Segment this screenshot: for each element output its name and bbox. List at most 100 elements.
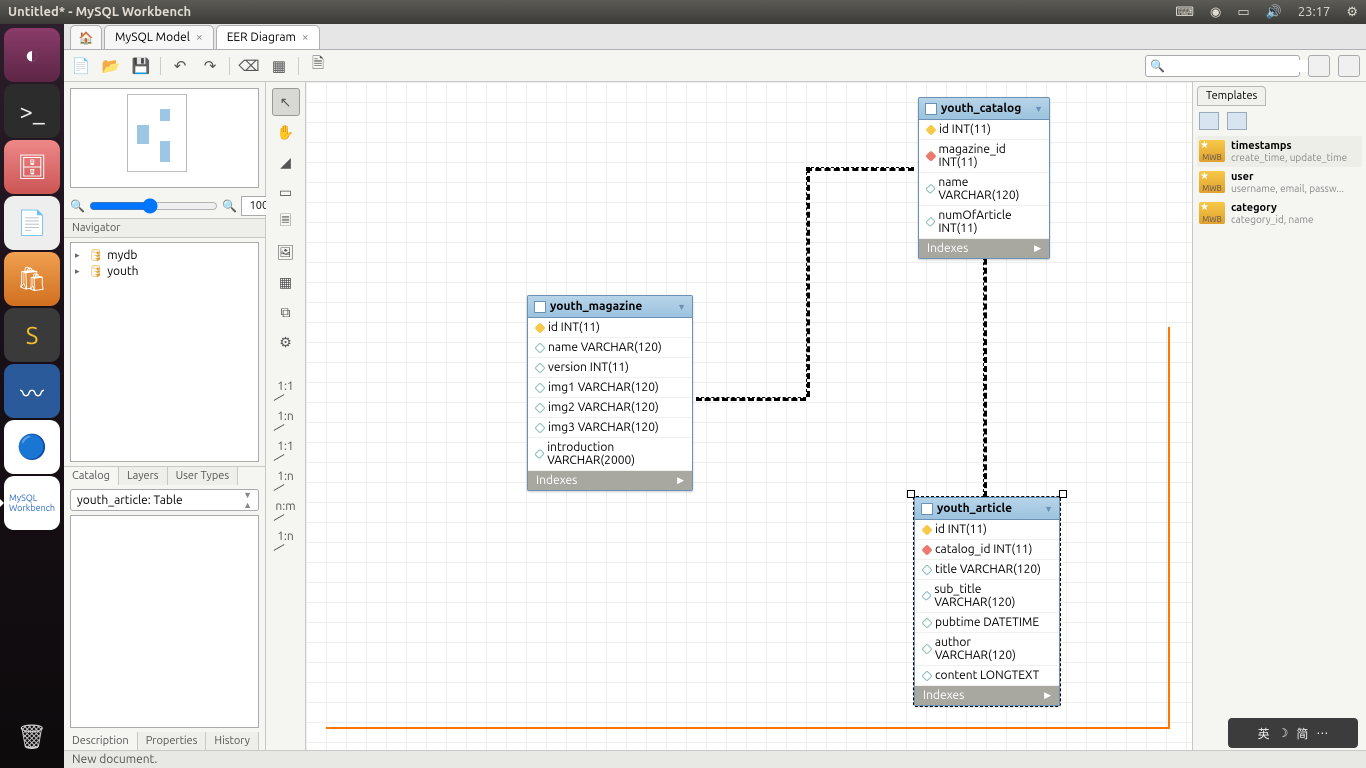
entity-column[interactable]: id INT(11) xyxy=(915,520,1059,540)
home-tab[interactable]: 🏠 xyxy=(70,25,102,49)
chrome-icon[interactable]: 🔵 xyxy=(4,420,60,474)
entity-column[interactable]: id INT(11) xyxy=(919,120,1049,140)
terminal-icon[interactable]: >_ xyxy=(4,84,60,138)
search-box[interactable]: 🔍 xyxy=(1145,55,1300,77)
tree-node[interactable]: ▸🛢youth xyxy=(75,263,254,279)
zoom-in-icon[interactable]: 🔍 xyxy=(222,199,237,213)
entity-header[interactable]: youth_catalog ▼ xyxy=(919,98,1049,120)
close-icon[interactable]: × xyxy=(302,31,309,44)
layers-tab[interactable]: Layers xyxy=(119,467,168,485)
sublime-icon[interactable]: S xyxy=(4,308,60,362)
entity-column[interactable]: name VARCHAR(120) xyxy=(919,173,1049,206)
entity-column[interactable]: content LONGTEXT xyxy=(915,666,1059,686)
description-tab[interactable]: Description xyxy=(64,732,138,750)
entity-column[interactable]: introduction VARCHAR(2000) xyxy=(528,438,692,471)
history-tab[interactable]: History xyxy=(206,732,259,750)
model-tab[interactable]: MySQL Model× xyxy=(104,25,214,49)
properties-tab[interactable]: Properties xyxy=(138,732,207,750)
entity-column[interactable]: img3 VARCHAR(120) xyxy=(528,418,692,438)
entity-header[interactable]: youth_article ▼ xyxy=(915,498,1059,520)
rel-n-m-tool[interactable]: n:m xyxy=(275,492,297,520)
export-button[interactable]: 🗎 xyxy=(307,55,329,77)
zoom-slider[interactable] xyxy=(89,198,218,214)
template-item[interactable]: MWB categorycategory_id, name xyxy=(1197,198,1362,229)
eer-canvas[interactable]: youth_catalog ▼ id INT(11) magazine_id I… xyxy=(306,82,1192,750)
search-input[interactable] xyxy=(1165,60,1314,72)
eraser-tool[interactable]: ◢ xyxy=(272,148,300,176)
save-button[interactable]: 💾 xyxy=(130,55,152,77)
new-template-icon[interactable] xyxy=(1199,112,1219,130)
templates-tab[interactable]: Templates xyxy=(1197,86,1266,106)
zoom-out-icon[interactable]: 🔍 xyxy=(70,199,85,213)
entity-column[interactable]: title VARCHAR(120) xyxy=(915,560,1059,580)
catalog-tab[interactable]: Catalog xyxy=(64,467,119,485)
close-icon[interactable]: × xyxy=(196,31,203,44)
entity-column[interactable]: img2 VARCHAR(120) xyxy=(528,398,692,418)
new-button[interactable]: 📄 xyxy=(70,55,92,77)
entity-indexes[interactable]: Indexes▶ xyxy=(919,239,1049,258)
workbench-icon[interactable]: MySQLWorkbench xyxy=(4,476,60,530)
tree-node[interactable]: ▸🛢mydb xyxy=(75,247,254,263)
rel-1-n-tool[interactable]: 1:n xyxy=(275,402,297,430)
col-icon xyxy=(534,362,545,373)
entity-column[interactable]: sub_title VARCHAR(120) xyxy=(915,580,1059,613)
table-tool[interactable]: ▦ xyxy=(272,268,300,296)
entity-youth-catalog[interactable]: youth_catalog ▼ id INT(11) magazine_id I… xyxy=(918,97,1050,259)
edit-template-icon[interactable] xyxy=(1227,112,1247,130)
template-item[interactable]: MWB userusername, email, passw... xyxy=(1197,167,1362,198)
entity-column[interactable]: id INT(11) xyxy=(528,318,692,338)
validate-button[interactable]: ⌫ xyxy=(238,55,260,77)
software-center-icon[interactable]: 🛍 xyxy=(4,252,60,306)
entity-indexes[interactable]: Indexes▶ xyxy=(915,686,1059,705)
clock[interactable]: 23:17 xyxy=(1298,5,1331,19)
object-selector[interactable]: youth_article: Table ▼▲ xyxy=(70,489,259,511)
view-tool[interactable]: ⧉ xyxy=(272,298,300,326)
monitor-icon[interactable]: 〰 xyxy=(4,364,60,418)
dash-icon[interactable]: ◐ xyxy=(4,28,60,82)
ime-indicator[interactable]: 英 ☽ 简 ⋯ xyxy=(1228,718,1358,748)
entity-column[interactable]: numOfArticle INT(11) xyxy=(919,206,1049,239)
entity-header[interactable]: youth_magazine ▼ xyxy=(528,296,692,318)
diagram-overview[interactable] xyxy=(70,88,259,188)
grid-button[interactable]: ▦ xyxy=(268,55,290,77)
wifi-icon[interactable]: ◉ xyxy=(1210,5,1221,20)
document-icon[interactable]: 📄 xyxy=(4,196,60,250)
keyboard-icon[interactable]: ⌨ xyxy=(1175,5,1194,20)
select-tool[interactable]: ↖ xyxy=(272,88,300,116)
open-button[interactable]: 📂 xyxy=(100,55,122,77)
panel-toggle-1[interactable] xyxy=(1308,55,1330,77)
entity-column[interactable]: img1 VARCHAR(120) xyxy=(528,378,692,398)
rel-1-n-place-tool[interactable]: 1:n xyxy=(275,522,297,550)
volume-icon[interactable]: 🔊 xyxy=(1266,5,1282,20)
rel-1-1-nonid-tool[interactable]: 1:1 xyxy=(275,432,297,460)
note-tool[interactable]: 🗏 xyxy=(272,208,300,236)
layer-tool[interactable]: ▭ xyxy=(272,178,300,206)
entity-column[interactable]: magazine_id INT(11) xyxy=(919,140,1049,173)
routine-tool[interactable]: ⚙ xyxy=(272,328,300,356)
files-icon[interactable]: 🗄 xyxy=(4,140,60,194)
entity-column[interactable]: version INT(11) xyxy=(528,358,692,378)
rel-1-n-nonid-tool[interactable]: 1:n xyxy=(275,462,297,490)
trash-icon[interactable]: 🗑 xyxy=(4,710,60,764)
entity-column[interactable]: pubtime DATETIME xyxy=(915,613,1059,633)
template-item[interactable]: MWB timestampscreate_time, update_time xyxy=(1197,136,1362,167)
undo-button[interactable]: ↶ xyxy=(169,55,191,77)
image-tool[interactable]: 🖼 xyxy=(272,238,300,266)
eer-tab[interactable]: EER Diagram× xyxy=(216,25,320,49)
entity-indexes[interactable]: Indexes▶ xyxy=(528,471,692,490)
entity-youth-magazine[interactable]: youth_magazine ▼ id INT(11) name VARCHAR… xyxy=(527,295,693,491)
entity-column[interactable]: name VARCHAR(120) xyxy=(528,338,692,358)
rel-1-1-tool[interactable]: 1:1 xyxy=(275,372,297,400)
entity-column[interactable]: catalog_id INT(11) xyxy=(915,540,1059,560)
redo-button[interactable]: ↷ xyxy=(199,55,221,77)
pk-icon xyxy=(921,524,932,535)
usertypes-tab[interactable]: User Types xyxy=(168,467,239,485)
gear-icon[interactable]: ⚙ xyxy=(1346,5,1358,20)
battery-icon[interactable]: ▭ xyxy=(1237,5,1249,20)
entity-youth-article[interactable]: youth_article ▼ id INT(11) catalog_id IN… xyxy=(914,497,1060,706)
hand-tool[interactable]: ✋ xyxy=(272,118,300,146)
chevron-down-icon: ▼ xyxy=(677,302,686,312)
catalog-tree[interactable]: ▸🛢mydb ▸🛢youth xyxy=(70,242,259,462)
entity-column[interactable]: author VARCHAR(120) xyxy=(915,633,1059,666)
panel-toggle-2[interactable] xyxy=(1338,55,1360,77)
